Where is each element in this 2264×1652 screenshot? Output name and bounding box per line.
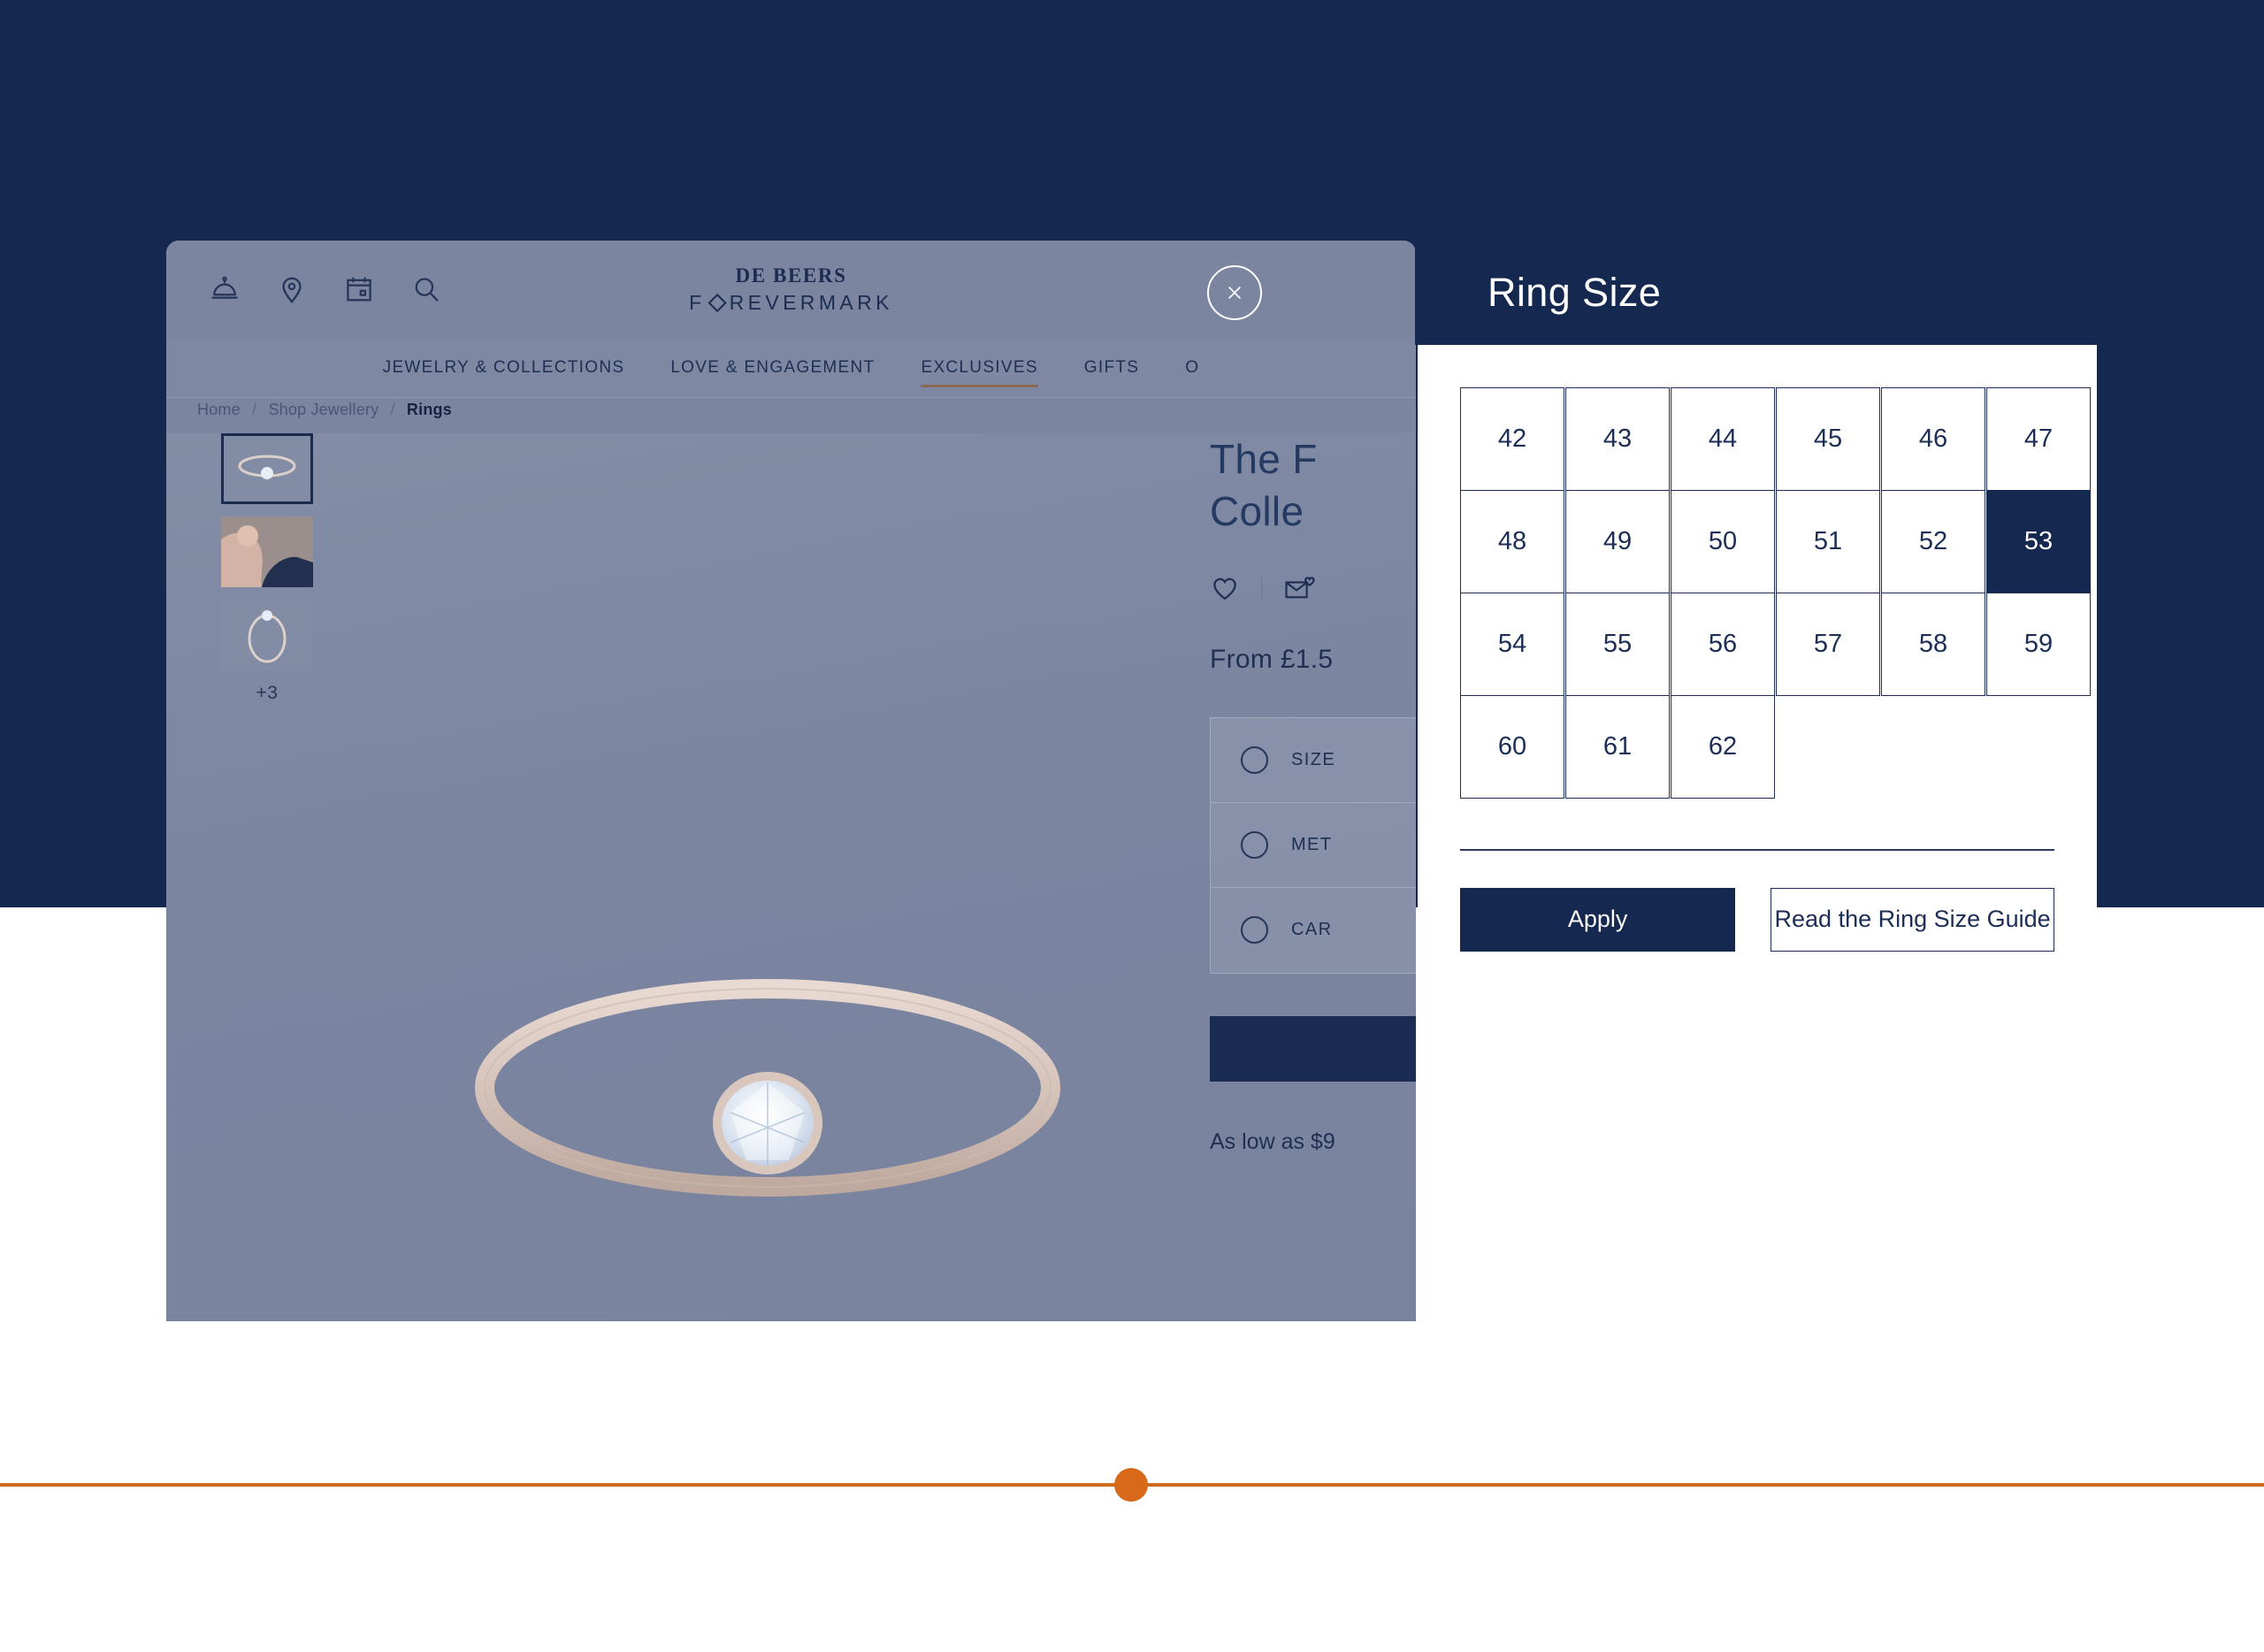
location-pin-icon[interactable] bbox=[276, 273, 308, 305]
nav-item-jewelry-collections[interactable]: JEWELRY & COLLECTIONS bbox=[360, 338, 648, 398]
breadcrumb-home[interactable]: Home bbox=[197, 401, 241, 418]
size-option-44[interactable]: 44 bbox=[1671, 387, 1775, 491]
thumbnail-strip: +3 bbox=[221, 433, 313, 704]
add-to-bag-button[interactable]: Add t bbox=[1210, 1015, 1416, 1082]
option-size-radio[interactable] bbox=[1241, 746, 1268, 774]
size-option-48[interactable]: 48 bbox=[1460, 490, 1564, 593]
option-size[interactable]: SIZE bbox=[1211, 718, 1416, 803]
nav-item-other[interactable]: O bbox=[1162, 338, 1222, 398]
size-option-52[interactable]: 52 bbox=[1881, 490, 1985, 593]
financing-text: As low as $9 bbox=[1210, 1128, 1335, 1154]
brand-revermark: REVERMARK bbox=[729, 291, 893, 314]
product-title: The F Colle bbox=[1210, 433, 1416, 538]
option-carat-label: CAR bbox=[1291, 920, 1333, 940]
concierge-bell-icon[interactable] bbox=[209, 273, 241, 305]
ring-size-grid: 42 43 44 45 46 47 48 49 50 51 52 53 54 5… bbox=[1460, 387, 2091, 799]
ring-size-modal-panel: 42 43 44 45 46 47 48 49 50 51 52 53 54 5… bbox=[1418, 345, 2097, 959]
size-option-46[interactable]: 46 bbox=[1881, 387, 1985, 491]
action-divider bbox=[1261, 577, 1262, 603]
size-option-61[interactable]: 61 bbox=[1565, 695, 1670, 799]
thumbnail-ring-side[interactable] bbox=[221, 600, 313, 670]
brand-line-de-beers: DE BEERS bbox=[735, 264, 847, 287]
product-options: SIZE MET CAR bbox=[1210, 716, 1416, 974]
size-option-62[interactable]: 62 bbox=[1671, 695, 1775, 799]
breadcrumb-shop-jewellery[interactable]: Shop Jewellery bbox=[268, 401, 379, 418]
thumbnail-more-count[interactable]: +3 bbox=[221, 683, 313, 704]
size-option-50[interactable]: 50 bbox=[1671, 490, 1775, 593]
size-option-51[interactable]: 51 bbox=[1776, 490, 1880, 593]
thumbnail-model-wearing[interactable] bbox=[221, 516, 313, 587]
option-metal-label: MET bbox=[1291, 834, 1333, 854]
search-icon[interactable] bbox=[410, 273, 442, 305]
ring-size-modal-header: Ring Size bbox=[1207, 241, 2264, 345]
header-icon-group bbox=[209, 273, 442, 305]
product-title-line-2: Colle bbox=[1210, 487, 1304, 534]
size-option-59[interactable]: 59 bbox=[1986, 593, 2091, 696]
size-option-57[interactable]: 57 bbox=[1776, 593, 1880, 696]
option-metal-radio[interactable] bbox=[1241, 830, 1268, 859]
size-option-58[interactable]: 58 bbox=[1881, 593, 1985, 696]
ring-size-guide-button[interactable]: Read the Ring Size Guide bbox=[1771, 887, 2054, 952]
orange-dot-marker[interactable] bbox=[1114, 1468, 1148, 1502]
size-option-53[interactable]: 53 bbox=[1986, 490, 2091, 593]
envelope-heart-icon[interactable] bbox=[1283, 573, 1317, 608]
size-option-49[interactable]: 49 bbox=[1565, 490, 1670, 593]
option-size-label: SIZE bbox=[1291, 749, 1336, 769]
size-option-60[interactable]: 60 bbox=[1460, 695, 1564, 799]
size-option-56[interactable]: 56 bbox=[1671, 593, 1775, 696]
product-action-icons bbox=[1210, 573, 1416, 608]
diamond-icon bbox=[708, 293, 727, 313]
size-option-55[interactable]: 55 bbox=[1565, 593, 1670, 696]
breadcrumb-separator-2: / bbox=[390, 401, 395, 418]
product-title-line-1: The F bbox=[1210, 436, 1318, 482]
option-carat-radio[interactable] bbox=[1241, 916, 1268, 945]
size-option-45[interactable]: 45 bbox=[1776, 387, 1880, 491]
nav-item-love-engagement[interactable]: LOVE & ENGAGEMENT bbox=[647, 338, 898, 398]
ring-size-actions: Apply Read the Ring Size Guide bbox=[1460, 887, 2054, 952]
main-navigation: JEWELRY & COLLECTIONS LOVE & ENGAGEMENT … bbox=[166, 338, 1416, 398]
ring-size-title: Ring Size bbox=[1488, 270, 1662, 315]
screenshot-root: DE BEERS F REVERMARK JEWELRY & COLLECTIO… bbox=[0, 0, 2264, 1652]
size-option-54[interactable]: 54 bbox=[1460, 593, 1564, 696]
brand-line-forevermark: F REVERMARK bbox=[689, 293, 893, 313]
nav-item-exclusives[interactable]: EXCLUSIVES bbox=[898, 338, 1060, 398]
calendar-icon[interactable] bbox=[343, 273, 375, 305]
apply-button[interactable]: Apply bbox=[1460, 887, 1736, 952]
nav-item-gifts[interactable]: GIFTS bbox=[1061, 338, 1162, 398]
product-detail-column: The F Colle From £1.5 SIZE MET CAR As lo… bbox=[1210, 433, 1416, 1155]
option-metal[interactable]: MET bbox=[1211, 803, 1416, 888]
ring-size-divider bbox=[1460, 849, 2054, 851]
close-icon[interactable] bbox=[1207, 265, 1262, 320]
size-option-42[interactable]: 42 bbox=[1460, 387, 1564, 491]
website-card: DE BEERS F REVERMARK JEWELRY & COLLECTIO… bbox=[166, 241, 1416, 1321]
breadcrumb: Home / Shop Jewellery / Rings bbox=[197, 401, 452, 419]
heart-icon[interactable] bbox=[1210, 573, 1240, 608]
brand-f: F bbox=[689, 291, 706, 314]
option-carat[interactable]: CAR bbox=[1211, 888, 1416, 973]
breadcrumb-separator: / bbox=[252, 401, 257, 418]
breadcrumb-current-rings: Rings bbox=[406, 401, 452, 418]
product-price: From £1.5 bbox=[1210, 644, 1334, 674]
size-option-43[interactable]: 43 bbox=[1565, 387, 1670, 491]
size-option-47[interactable]: 47 bbox=[1986, 387, 2091, 491]
brand-logo[interactable]: DE BEERS F REVERMARK bbox=[689, 265, 893, 313]
hero-ring-image bbox=[475, 979, 1060, 1197]
thumbnail-ring-front[interactable] bbox=[221, 433, 313, 504]
